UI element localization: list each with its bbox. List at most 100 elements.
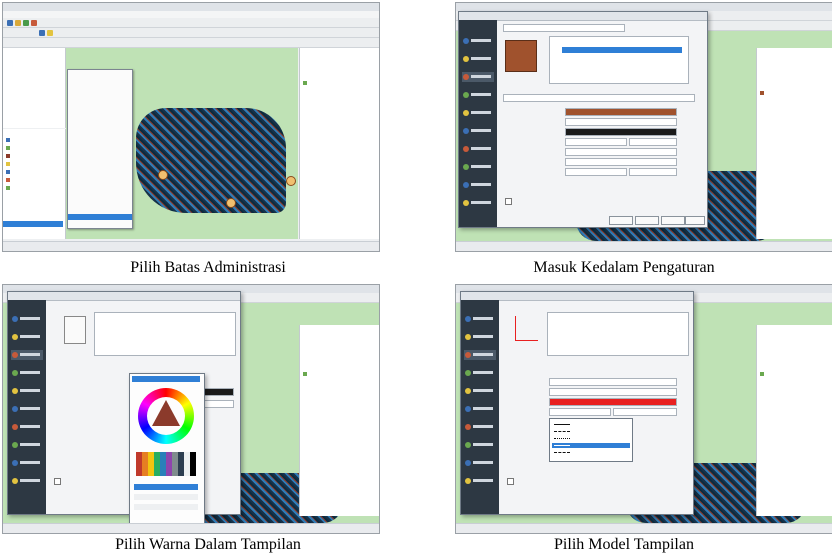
select-icon[interactable] xyxy=(47,30,53,36)
fill-color-button[interactable] xyxy=(565,108,677,116)
stroke-style-option-selected[interactable] xyxy=(552,443,630,448)
fill-color-row xyxy=(503,108,693,116)
layout-tree-row[interactable] xyxy=(303,74,363,85)
layer-item[interactable] xyxy=(6,137,12,142)
stroke-style-option[interactable] xyxy=(552,429,630,434)
fill-style-dropdown[interactable] xyxy=(549,388,677,396)
layer-item[interactable] xyxy=(6,161,12,166)
stroke-width-spinbox[interactable] xyxy=(549,408,611,416)
help-button[interactable] xyxy=(685,216,705,225)
pan-icon[interactable] xyxy=(31,20,37,26)
unit-dropdown[interactable] xyxy=(613,408,677,416)
nav-item-masks[interactable] xyxy=(462,108,494,118)
fill-color-button[interactable] xyxy=(549,378,677,386)
nav-item-labels[interactable] xyxy=(462,90,494,100)
stroke-width-spinbox[interactable] xyxy=(202,400,234,408)
offset-x-spinbox[interactable] xyxy=(565,168,627,176)
map-marker-icon xyxy=(286,176,296,186)
color-wheel[interactable] xyxy=(138,388,194,444)
selected-layer-row[interactable] xyxy=(3,221,63,227)
fill-style-dropdown[interactable] xyxy=(565,118,677,126)
stroke-style-option[interactable] xyxy=(552,422,630,427)
nav-item-information[interactable] xyxy=(464,314,496,324)
panel-caption: Masuk Kedalam Pengaturan xyxy=(533,259,715,276)
nav-item-fields[interactable] xyxy=(464,440,496,450)
layer-context-menu xyxy=(67,69,133,229)
save-icon[interactable] xyxy=(7,20,13,26)
zoom-icon[interactable] xyxy=(23,20,29,26)
layout-tree-row[interactable] xyxy=(303,365,363,376)
nav-item-display[interactable] xyxy=(462,180,494,190)
layer-properties-dialog xyxy=(458,11,708,228)
layer-item[interactable] xyxy=(6,145,12,150)
stroke-style-dropdown[interactable] xyxy=(565,148,677,156)
offset-unit-dropdown[interactable] xyxy=(629,168,677,176)
layer-properties-dialog xyxy=(460,291,694,515)
layer-item[interactable] xyxy=(6,169,12,174)
stroke-style-row xyxy=(503,148,693,156)
nav-item-symbology[interactable] xyxy=(11,350,43,360)
nav-item-fields[interactable] xyxy=(11,440,43,450)
nav-item-rendering[interactable] xyxy=(462,198,494,208)
enable-layer-checkbox[interactable] xyxy=(505,198,512,205)
layout-tree-row[interactable] xyxy=(760,84,820,95)
identify-icon[interactable] xyxy=(39,30,45,36)
nav-item-rendering[interactable] xyxy=(11,476,43,486)
nav-item-information[interactable] xyxy=(462,36,494,46)
color-picker-option[interactable] xyxy=(134,494,198,500)
nav-item-source[interactable] xyxy=(462,54,494,64)
layer-item[interactable] xyxy=(6,153,12,158)
layout-tree-row[interactable] xyxy=(760,365,820,376)
saturation-triangle[interactable] xyxy=(152,400,180,426)
screenshot-panel-1 xyxy=(2,2,380,252)
layer-item[interactable] xyxy=(6,177,12,182)
nav-item-diagrams[interactable] xyxy=(464,422,496,432)
toolbar-row-3 xyxy=(3,38,379,48)
unit-dropdown[interactable] xyxy=(629,138,677,146)
enable-layer-checkbox[interactable] xyxy=(54,478,61,485)
nav-item-display[interactable] xyxy=(464,458,496,468)
ok-button[interactable] xyxy=(609,216,633,225)
fill-style-row xyxy=(505,388,685,396)
nav-item-masks[interactable] xyxy=(11,386,43,396)
nav-item-information[interactable] xyxy=(11,314,43,324)
nav-item-source[interactable] xyxy=(11,332,43,342)
stroke-width-spinbox[interactable] xyxy=(565,138,627,146)
layer-item[interactable] xyxy=(6,185,12,190)
layer-properties-dialog xyxy=(7,291,241,515)
nav-item-masks[interactable] xyxy=(464,386,496,396)
symbol-layer-type[interactable] xyxy=(503,94,695,102)
nav-item-rendering[interactable] xyxy=(464,476,496,486)
nav-item-labels[interactable] xyxy=(464,368,496,378)
color-picker-option[interactable] xyxy=(134,484,198,490)
symbol-type-dropdown[interactable] xyxy=(503,24,625,32)
nav-item-display[interactable] xyxy=(11,458,43,468)
context-menu-item-properties[interactable] xyxy=(68,214,132,220)
dialog-nav xyxy=(461,300,499,514)
cancel-button[interactable] xyxy=(635,216,659,225)
nav-item-labels[interactable] xyxy=(11,368,43,378)
layout-panel-right xyxy=(299,48,379,239)
toolbar-row-2 xyxy=(3,28,379,38)
open-icon[interactable] xyxy=(15,20,21,26)
nav-item-3d[interactable] xyxy=(11,404,43,414)
stroke-color-button[interactable] xyxy=(565,128,677,136)
nav-item-diagrams[interactable] xyxy=(462,144,494,154)
nav-item-fields[interactable] xyxy=(462,162,494,172)
color-picker-option[interactable] xyxy=(134,504,198,510)
nav-item-3d[interactable] xyxy=(464,404,496,414)
stroke-color-button[interactable] xyxy=(549,398,677,406)
stroke-style-option[interactable] xyxy=(552,450,630,455)
symbol-layer-selected[interactable] xyxy=(562,47,682,53)
join-style-dropdown[interactable] xyxy=(565,158,677,166)
stroke-style-option[interactable] xyxy=(552,436,630,441)
nav-item-symbology[interactable] xyxy=(464,350,496,360)
nav-item-diagrams[interactable] xyxy=(11,422,43,432)
apply-button[interactable] xyxy=(661,216,685,225)
enable-layer-checkbox[interactable] xyxy=(507,478,514,485)
nav-item-3d[interactable] xyxy=(462,126,494,136)
nav-item-source[interactable] xyxy=(464,332,496,342)
nav-item-symbology[interactable] xyxy=(462,72,494,82)
fill-style-dropdown[interactable] xyxy=(202,388,234,396)
color-swatch-grid[interactable] xyxy=(136,452,196,476)
